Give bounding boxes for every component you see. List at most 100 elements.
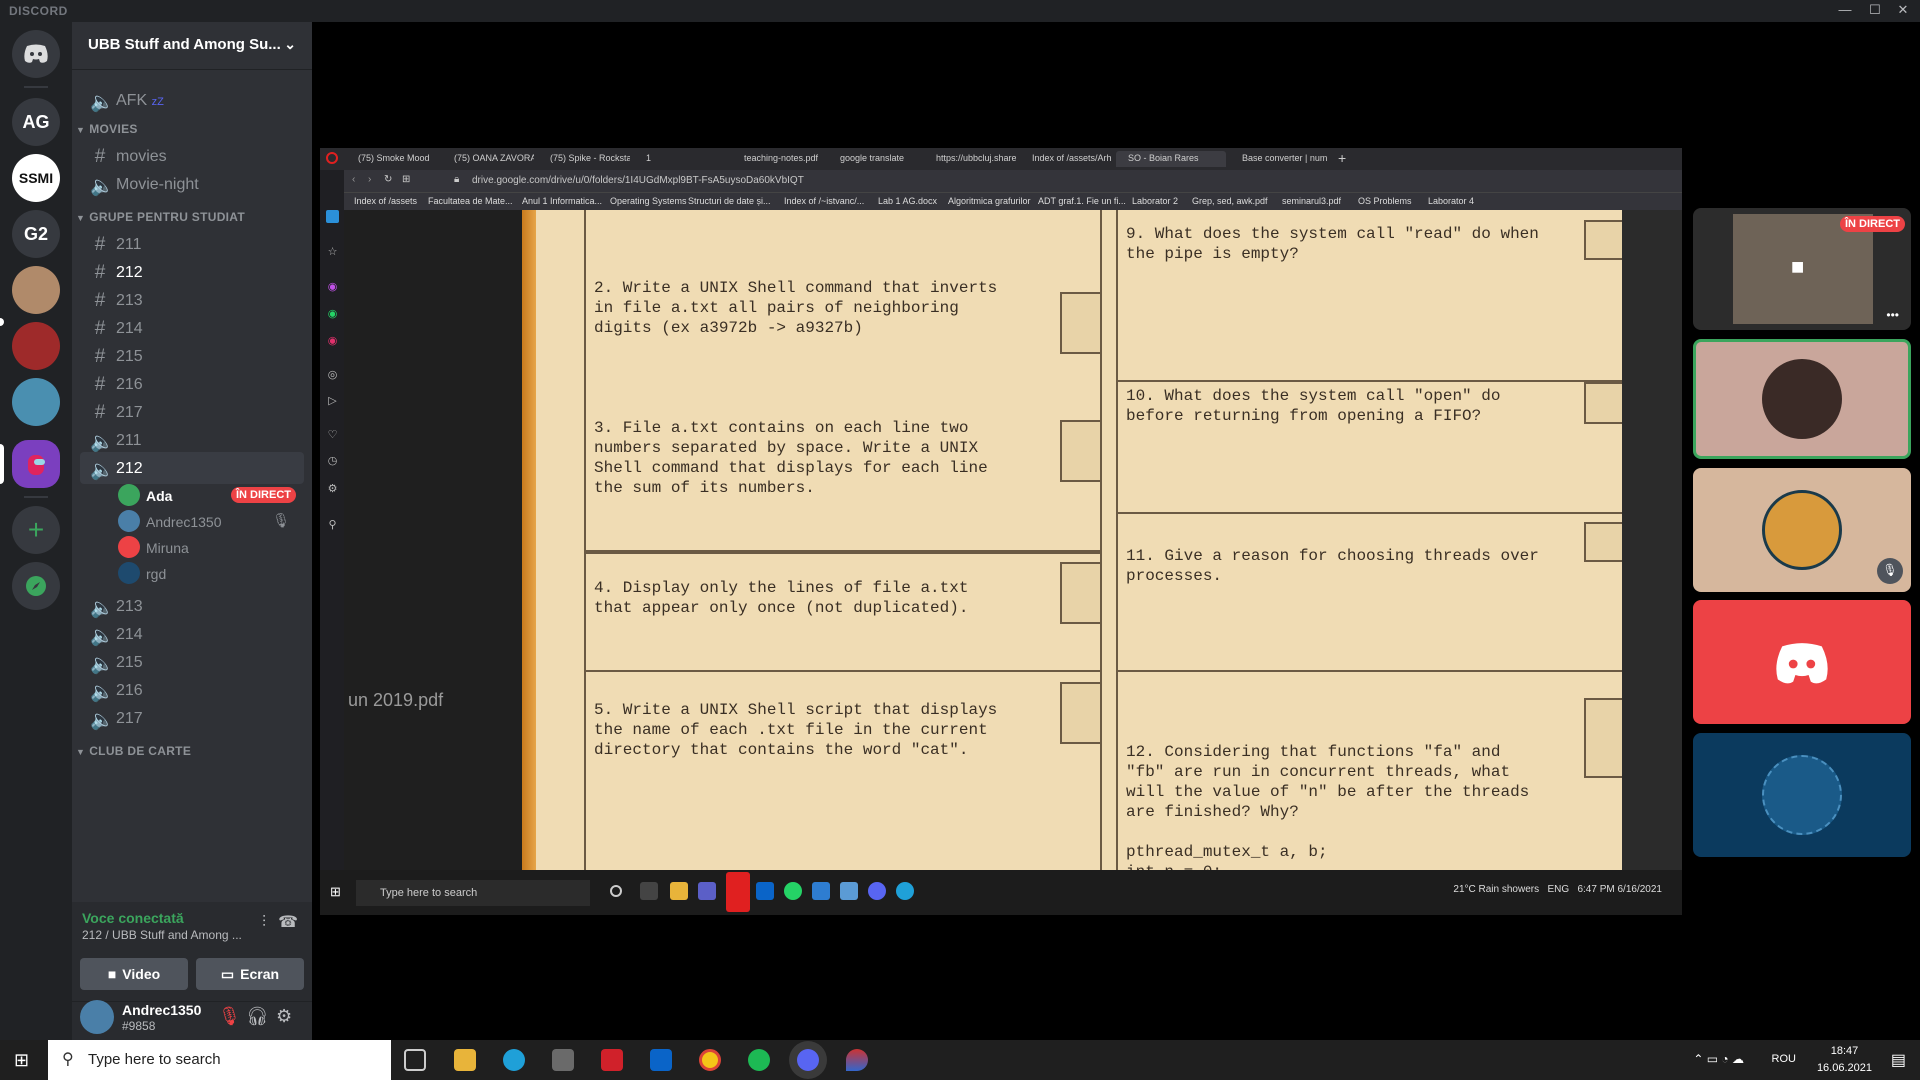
participant-tile-speaking[interactable]: [1693, 339, 1911, 459]
windows-start-icon[interactable]: ⊞: [14, 1050, 29, 1071]
clock[interactable]: 18:47 16.06.2021: [1817, 1043, 1872, 1077]
heart-icon[interactable]: ♡: [326, 428, 339, 441]
participant-tile[interactable]: [1693, 600, 1911, 724]
voice-channel-217[interactable]: 🔈 217: [80, 702, 304, 734]
bookmark[interactable]: Grep, sed, awk.pdf: [1192, 196, 1268, 206]
bookmark[interactable]: Laborator 4: [1428, 196, 1474, 206]
chrome-icon[interactable]: [699, 1049, 721, 1071]
server-avatar-2[interactable]: [12, 322, 60, 370]
bookmark[interactable]: Operating Systems: [610, 196, 687, 206]
mute-mic-icon[interactable]: 🎙︎: [218, 1006, 241, 1027]
add-server-icon[interactable]: +: [12, 506, 60, 554]
category-study[interactable]: ▼ GRUPE PENTRU STUDIAT: [76, 210, 245, 224]
server-ssmi[interactable]: SSMI: [12, 154, 60, 202]
server-avatar-3[interactable]: [12, 378, 60, 426]
screen-icon: ▭: [220, 965, 235, 982]
disconnect-icon[interactable]: ☎: [278, 912, 298, 932]
headphones-icon[interactable]: 🎧︎: [246, 1006, 269, 1027]
forward-icon[interactable]: ›: [368, 174, 371, 185]
voice-user-rgd[interactable]: rgd: [112, 558, 304, 588]
messenger-icon[interactable]: ◉: [326, 280, 339, 293]
maximize-button[interactable]: ☐: [1860, 2, 1890, 20]
bookmark[interactable]: ADT graf.1. Fie un fi...: [1038, 196, 1126, 206]
user-name: Andrec1350: [146, 514, 222, 530]
category-movies[interactable]: ▼ MOVIES: [76, 122, 138, 136]
browser-tab[interactable]: 1: [634, 151, 728, 167]
gear-icon[interactable]: ⚙: [276, 1006, 292, 1027]
server-header[interactable]: UBB Stuff and Among Su... ⌄: [72, 22, 312, 70]
mail-icon[interactable]: [650, 1049, 672, 1071]
bookmark[interactable]: Anul 1 Informatica...: [522, 196, 602, 206]
participant-tile[interactable]: 🎙︎: [1693, 468, 1911, 592]
history-icon[interactable]: ◷: [326, 454, 339, 467]
browser-tab[interactable]: Index of /assets/Arh: [1020, 151, 1112, 167]
bookmark[interactable]: Algoritmica grafurilor: [948, 196, 1031, 206]
browser-tab[interactable]: google translate: [828, 151, 920, 167]
exam-paper-photo: 2. Write a UNIX Shell command that inver…: [522, 210, 1622, 870]
shared-screen[interactable]: (75) Smoke Mood (75) OANA ZAVORAL (75) S…: [320, 148, 1682, 915]
grid-icon[interactable]: ⊞: [402, 174, 410, 185]
bookmark[interactable]: Structuri de date și...: [688, 196, 771, 206]
pin-icon[interactable]: ⚲: [326, 518, 339, 531]
bookmark[interactable]: Lab 1 AG.docx: [878, 196, 937, 206]
bookmark[interactable]: Index of /~istvanc/...: [784, 196, 864, 206]
compass-icon[interactable]: [12, 562, 60, 610]
app-icon[interactable]: [846, 1049, 868, 1071]
send-icon[interactable]: ▷: [326, 394, 339, 407]
server-avatar-1[interactable]: [12, 266, 60, 314]
new-tab-icon[interactable]: +: [1338, 150, 1346, 166]
score-square: [1584, 522, 1622, 562]
gear-icon[interactable]: ⚙: [326, 482, 339, 495]
voice-channel-afk[interactable]: 🔈 AFK zZ: [80, 84, 304, 116]
taskbar-search[interactable]: ⚲ Type here to search: [48, 1040, 391, 1080]
participant-tile-stream[interactable]: ÎN DIRECT ■ •••: [1693, 208, 1911, 330]
home-icon[interactable]: [326, 210, 339, 223]
whatsapp-icon[interactable]: ◉: [326, 307, 339, 320]
language-indicator[interactable]: ROU: [1772, 1053, 1796, 1065]
score-square: [1584, 220, 1622, 260]
bookmark[interactable]: seminarul3.pdf: [1282, 196, 1341, 206]
file-explorer-icon[interactable]: [454, 1049, 476, 1071]
store-icon[interactable]: [552, 1049, 574, 1071]
discord-home-icon[interactable]: [12, 30, 60, 78]
category-cards[interactable]: ▼ CLUB DE CARTE: [76, 744, 191, 758]
minimize-button[interactable]: —: [1830, 2, 1860, 20]
back-icon[interactable]: ‹: [352, 174, 355, 185]
browser-tab[interactable]: (75) Smoke Mood: [346, 151, 438, 167]
voice-location[interactable]: 212 / UBB Stuff and Among ...: [82, 928, 242, 942]
avatar[interactable]: [80, 1000, 114, 1034]
browser-tab[interactable]: (75) OANA ZAVORAL: [442, 151, 534, 167]
reload-icon[interactable]: ↻: [384, 174, 392, 185]
browser-tab[interactable]: teaching-notes.pdf: [732, 151, 824, 167]
task-view-icon[interactable]: [404, 1049, 426, 1071]
address-bar[interactable]: ‹ › ↻ ⊞ 🔒︎ drive.google.com/drive/u/0/fo…: [344, 170, 1682, 192]
spotify-icon[interactable]: [748, 1049, 770, 1071]
instagram-icon[interactable]: ◉: [326, 334, 339, 347]
bookmark[interactable]: OS Problems: [1358, 196, 1412, 206]
screen-share-button[interactable]: ▭ Ecran: [196, 958, 304, 990]
browser-tab[interactable]: (75) Spike - Rockstar: [538, 151, 630, 167]
browser-tab[interactable]: https://ubbcluj.share: [924, 151, 1016, 167]
noise-suppression-icon[interactable]: ⫶: [262, 914, 266, 932]
player-icon[interactable]: ◎: [326, 368, 339, 381]
bookmark[interactable]: Index of /assets: [354, 196, 417, 206]
server-among-us[interactable]: [12, 440, 60, 488]
screen-label: Ecran: [240, 966, 280, 982]
more-icon[interactable]: •••: [1886, 308, 1899, 322]
server-ag[interactable]: AG: [12, 98, 60, 146]
notifications-icon[interactable]: ▤: [1891, 1050, 1906, 1070]
browser-tab-active[interactable]: SO - Boian Rares: [1116, 151, 1226, 167]
browser-tab[interactable]: Base converter | num: [1230, 151, 1330, 167]
discord-icon[interactable]: [797, 1049, 819, 1071]
server-g2[interactable]: G2: [12, 210, 60, 258]
close-button[interactable]: ✕: [1888, 2, 1918, 20]
tray-icons[interactable]: ⌃ ▭ ◔ ☁: [1693, 1052, 1744, 1066]
participant-tile[interactable]: [1693, 733, 1911, 857]
bookmark[interactable]: Laborator 2: [1132, 196, 1178, 206]
star-icon[interactable]: ☆: [326, 245, 339, 258]
video-button[interactable]: ■ Video: [80, 958, 188, 990]
acrobat-icon[interactable]: [601, 1049, 623, 1071]
bookmark[interactable]: Facultatea de Mate...: [428, 196, 513, 206]
edge-icon[interactable]: [503, 1049, 525, 1071]
voice-channel-movie-night[interactable]: 🔈 Movie-night: [80, 168, 304, 200]
